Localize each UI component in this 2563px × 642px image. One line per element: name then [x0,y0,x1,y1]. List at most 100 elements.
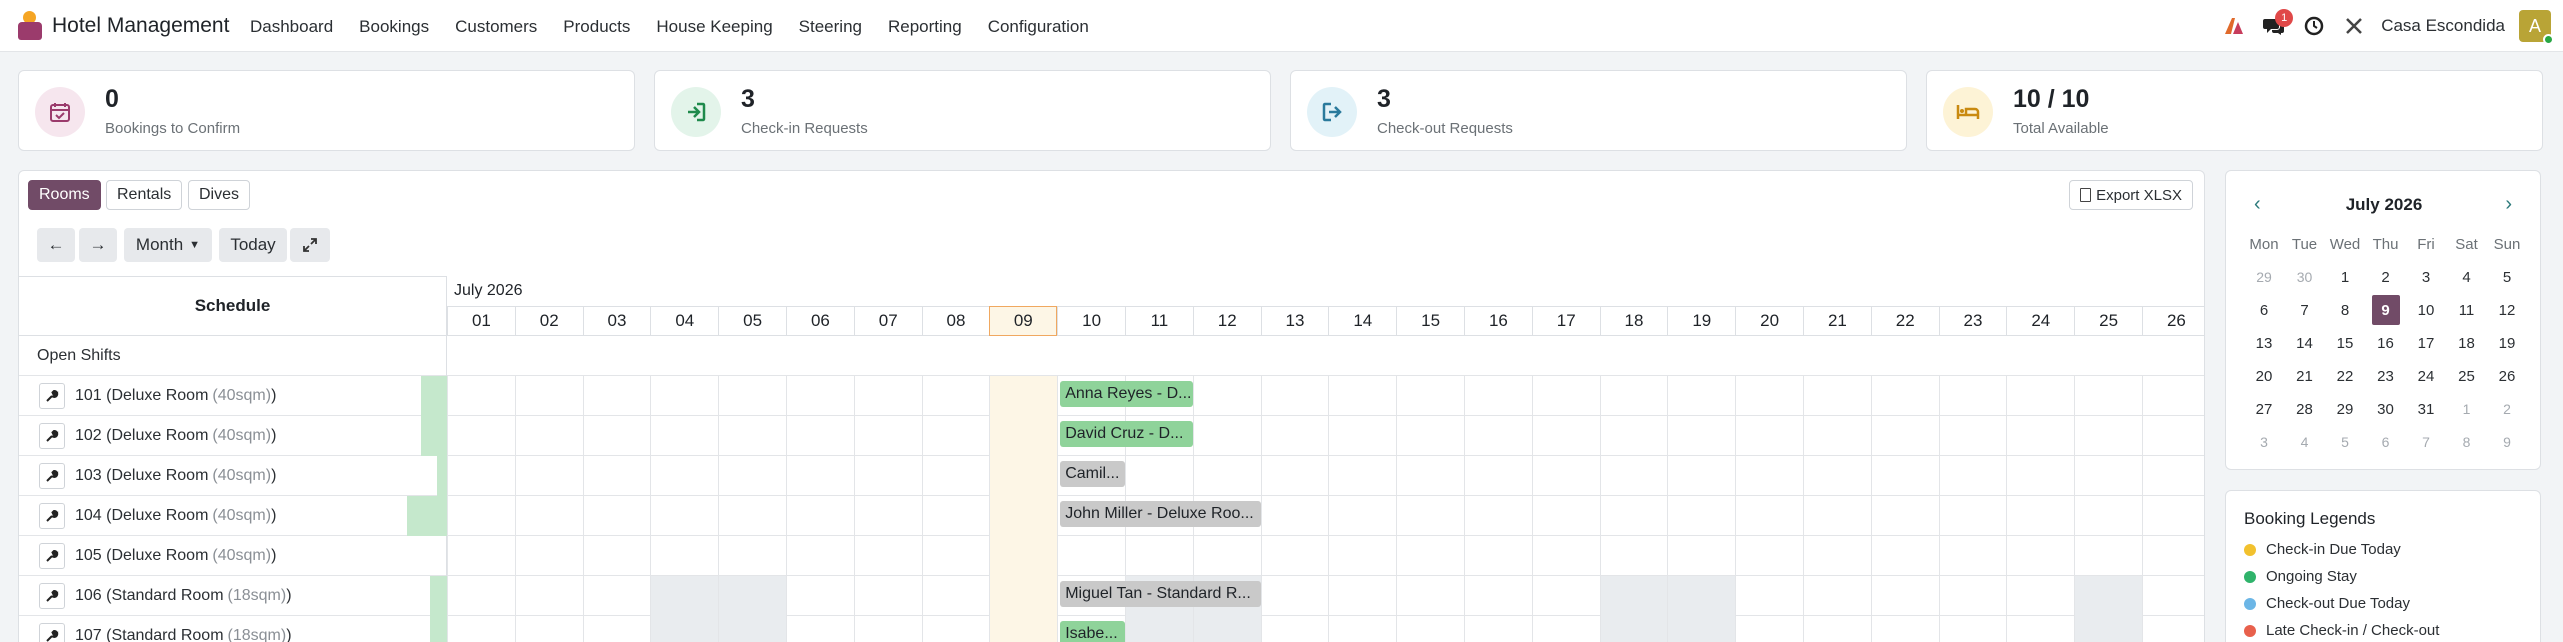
calendar-day[interactable]: 2 [2487,394,2527,424]
calendar-day[interactable]: 9 [2371,295,2400,325]
calendar-day[interactable]: 4 [2447,262,2487,292]
calendar-day[interactable]: 13 [2244,328,2284,358]
calendar-day[interactable]: 15 [2325,328,2365,358]
calendar-day[interactable]: 29 [2244,262,2284,292]
kpi-total-available[interactable]: 10 / 10 Total Available [1926,70,2543,151]
calendar-day[interactable]: 23 [2366,361,2406,391]
calendar-day[interactable]: 7 [2285,295,2325,325]
menu-steering[interactable]: Steering [799,17,862,37]
menu-customers[interactable]: Customers [455,17,537,37]
grid-line [718,536,720,576]
room-label[interactable]: 101 (Deluxe Room (40sqm)) [19,376,447,416]
calendar-day[interactable]: 16 [2366,328,2406,358]
user-avatar[interactable]: A [2519,10,2554,45]
room-label[interactable]: 105 (Deluxe Room (40sqm)) [19,536,447,576]
calendar-day[interactable]: 24 [2406,361,2446,391]
booking-block[interactable]: Isabe... [1060,621,1125,642]
calendar-day[interactable]: 26 [2487,361,2527,391]
calendar-day[interactable]: 25 [2447,361,2487,391]
calendar-day[interactable]: 29 [2325,394,2365,424]
calendar-day[interactable]: 4 [2285,427,2325,457]
calendar-day[interactable]: 5 [2325,427,2365,457]
calendar-day[interactable]: 1 [2325,262,2365,292]
ai-icon[interactable] [2221,13,2247,39]
booking-block[interactable]: Anna Reyes - D... [1060,381,1193,407]
calendar-day[interactable]: 20 [2244,361,2284,391]
export-xlsx-button[interactable]: Export XLSX [2069,180,2193,210]
kpi-bookings-to-confirm[interactable]: 0 Bookings to Confirm [18,70,635,151]
menu-bookings[interactable]: Bookings [359,17,429,37]
wrench-icon[interactable] [39,423,65,449]
room-label[interactable]: 107 (Standard Room (18sqm)) [19,616,447,642]
calendar-day[interactable]: 12 [2487,295,2527,325]
calendar-day[interactable]: 19 [2487,328,2527,358]
prev-button[interactable]: ← [37,228,75,262]
calendar-day[interactable]: 7 [2406,427,2446,457]
messages-icon[interactable]: 1 [2261,9,2294,39]
calendar-day[interactable]: 28 [2285,394,2325,424]
calendar-day[interactable]: 17 [2406,328,2446,358]
wrench-icon[interactable] [39,543,65,569]
clock-icon[interactable] [2301,13,2327,39]
calendar-day[interactable]: 6 [2244,295,2284,325]
tools-icon[interactable] [2341,13,2367,39]
kpi-check-out-requests[interactable]: 3 Check-out Requests [1290,70,1907,151]
booking-block[interactable]: Miguel Tan - Standard R... [1060,581,1261,607]
room-label[interactable]: 102 (Deluxe Room (40sqm)) [19,416,447,456]
booking-block[interactable]: Camil... [1060,461,1125,487]
menu-products[interactable]: Products [563,17,630,37]
menu-reporting[interactable]: Reporting [888,17,962,37]
range-select[interactable]: Month ▼ [124,228,212,262]
booking-block[interactable]: John Miller - Deluxe Roo... [1060,501,1261,527]
tab-rooms[interactable]: Rooms [28,180,101,210]
room-label[interactable]: 103 (Deluxe Room (40sqm)) [19,456,447,496]
calendar-day[interactable]: 22 [2325,361,2365,391]
calendar-day[interactable]: 1 [2447,394,2487,424]
calendar-day[interactable]: 3 [2406,262,2446,292]
grid-line [1938,456,1940,496]
calendar-day[interactable]: 31 [2406,394,2446,424]
calendar-day[interactable]: 8 [2325,295,2365,325]
occupancy-bar [437,456,447,496]
wrench-icon[interactable] [39,623,65,642]
wrench-icon[interactable] [39,383,65,409]
room-label[interactable]: 106 (Standard Room (18sqm)) [19,576,447,616]
room-label[interactable]: 104 (Deluxe Room (40sqm)) [19,496,447,536]
grid-line [1938,376,1940,416]
booking-block[interactable]: David Cruz - D... [1060,421,1193,447]
calendar-day[interactable]: 9 [2487,427,2527,457]
calendar-day[interactable]: 27 [2244,394,2284,424]
calendar-day[interactable]: 10 [2406,295,2446,325]
calendar-day[interactable]: 14 [2285,328,2325,358]
calendar-day[interactable]: 6 [2366,427,2406,457]
calendar-day[interactable]: 30 [2366,394,2406,424]
calendar-day[interactable]: 11 [2447,295,2487,325]
calendar-day[interactable]: 8 [2447,427,2487,457]
wrench-icon[interactable] [39,583,65,609]
tab-rentals[interactable]: Rentals [106,180,183,210]
calendar-day[interactable]: 21 [2285,361,2325,391]
company-switcher[interactable]: Casa Escondida [2381,16,2505,36]
calendar-day[interactable]: 2 [2366,262,2406,292]
calendar-next-icon[interactable]: › [2505,193,2512,216]
today-button[interactable]: Today [219,228,287,262]
kpi-check-in-requests[interactable]: 3 Check-in Requests [654,70,1271,151]
tab-dives[interactable]: Dives [188,180,251,210]
calendar-day[interactable]: 30 [2285,262,2325,292]
next-button[interactable]: → [79,228,117,262]
legend-dot-icon [2244,543,2256,556]
menu-house-keeping[interactable]: House Keeping [656,17,772,37]
menu-configuration[interactable]: Configuration [988,17,1089,37]
grid-line [718,576,720,616]
grid-line [1735,376,1737,416]
wrench-icon[interactable] [39,463,65,489]
calendar-day[interactable]: 18 [2447,328,2487,358]
expand-button[interactable] [290,228,330,262]
calendar-day[interactable]: 5 [2487,262,2527,292]
wrench-icon[interactable] [39,503,65,529]
calendar-day[interactable]: 3 [2244,427,2284,457]
menu-dashboard[interactable]: Dashboard [250,17,333,37]
grid-line [1057,376,1059,416]
app-name[interactable]: Hotel Management [52,14,229,38]
app-logo-icon[interactable] [18,11,42,41]
